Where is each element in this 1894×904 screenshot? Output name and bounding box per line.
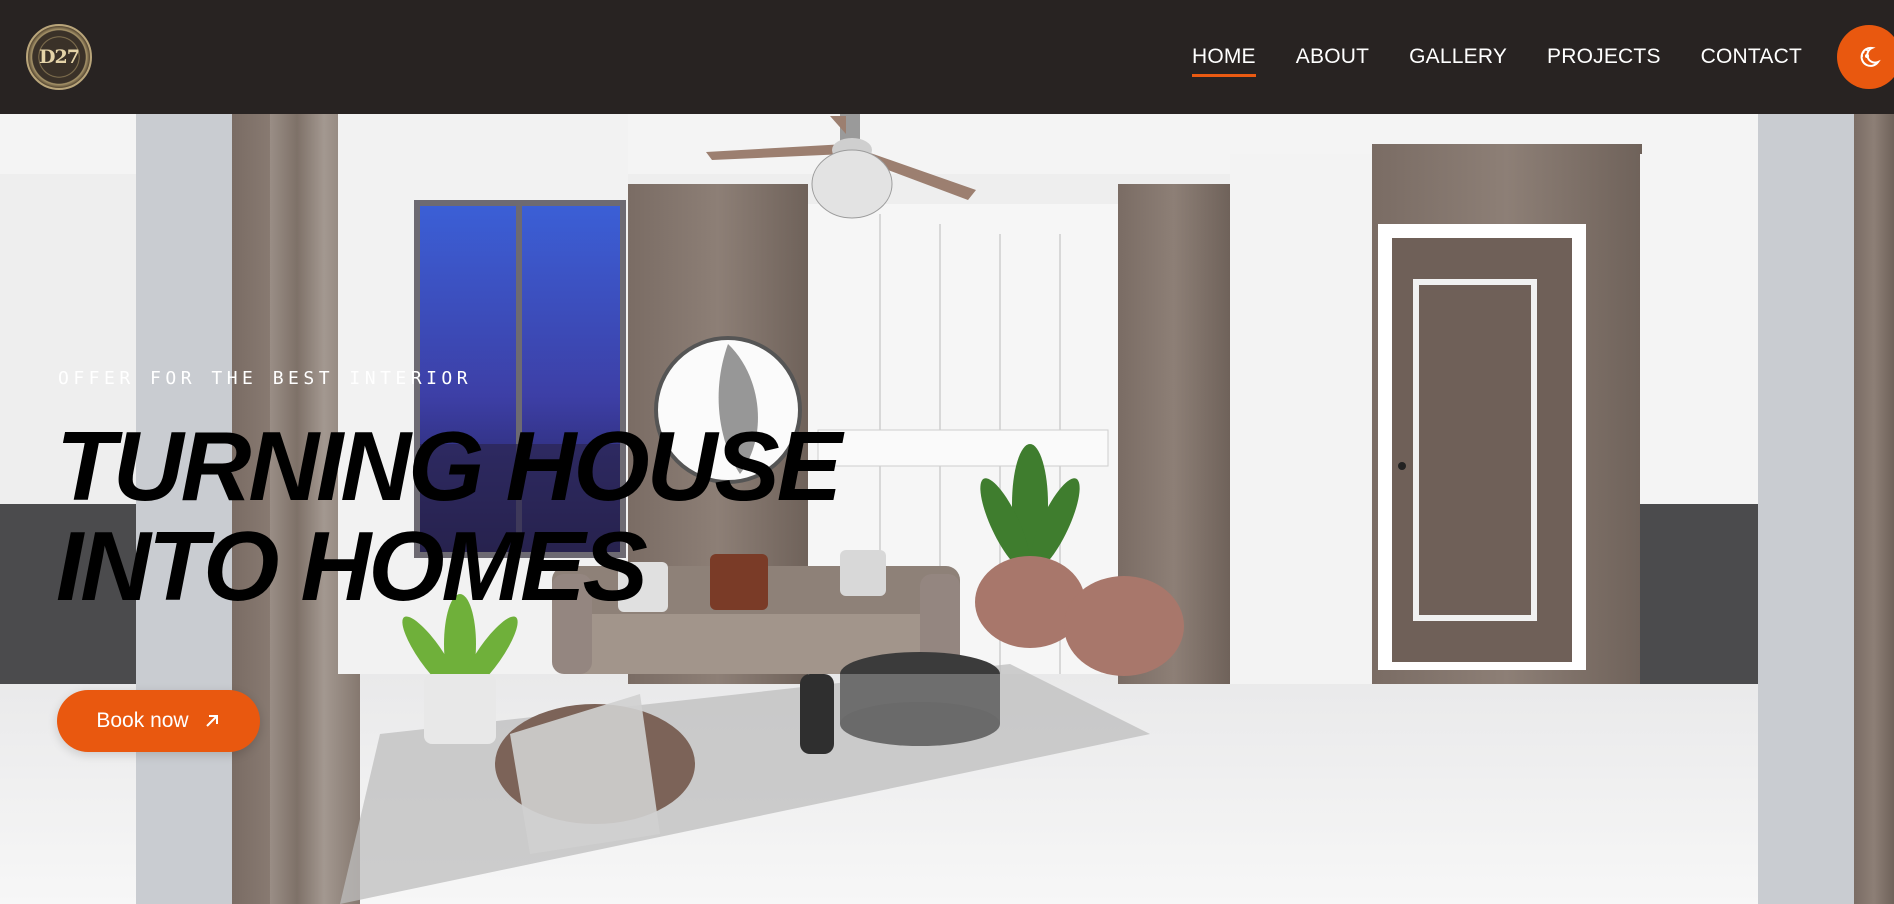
hero-section: OFFER FOR THE BEST INTERIOR TURNING HOUS…: [0, 114, 1894, 904]
nav-item-about[interactable]: ABOUT: [1296, 37, 1369, 77]
brand-logo[interactable]: D27: [26, 24, 92, 90]
logo-text: D27: [39, 46, 80, 68]
book-now-button[interactable]: Book now: [57, 690, 260, 752]
hero-tagline: OFFER FOR THE BEST INTERIOR: [58, 368, 473, 389]
site-header: D27 HOME ABOUT GALLERY PROJECTS CONTACT: [0, 0, 1894, 114]
headline-line-2: INTO HOMES: [56, 511, 648, 621]
arrow-up-right-icon: [203, 712, 221, 730]
nav-item-contact[interactable]: CONTACT: [1701, 37, 1802, 77]
nav-item-home[interactable]: HOME: [1191, 37, 1256, 77]
hero-headline: TURNING HOUSE INTO HOMES: [56, 411, 842, 621]
main-nav: HOME ABOUT GALLERY PROJECTS CONTACT: [1152, 0, 1802, 114]
nav-item-projects[interactable]: PROJECTS: [1547, 37, 1661, 77]
nav-item-gallery[interactable]: GALLERY: [1409, 37, 1507, 77]
book-now-label: Book now: [96, 709, 189, 732]
theme-toggle-button[interactable]: [1837, 25, 1894, 89]
headline-line-1: TURNING HOUSE: [56, 411, 842, 521]
moon-sun-icon: [1860, 46, 1881, 67]
